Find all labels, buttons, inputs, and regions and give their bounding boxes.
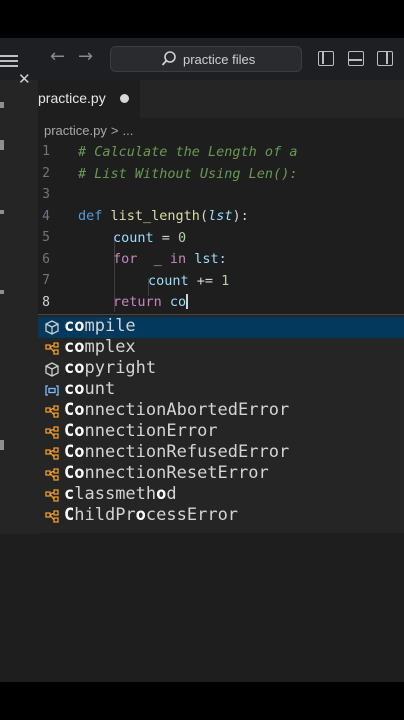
cube-icon — [45, 320, 59, 335]
suggestion-item[interactable]: ChildProcessError — [38, 505, 404, 527]
class-icon — [45, 447, 59, 460]
tab-practice-py[interactable]: practice.py — [38, 80, 140, 118]
number: 1 — [221, 273, 230, 289]
suggestion-label: copyright — [64, 358, 157, 378]
suggestion-label: ConnectionError — [64, 421, 218, 441]
code-line-6: for _ in lst: — [113, 251, 227, 267]
sidebar-marker — [0, 290, 4, 294]
function-name: list_length — [110, 208, 200, 224]
suggestion-label: complex — [64, 337, 136, 357]
editor-empty-area — [0, 534, 404, 682]
sidebar-marker — [0, 440, 4, 450]
suggestion-item[interactable]: copyright — [38, 358, 404, 380]
suggestion-item[interactable]: ConnectionRefusedError — [38, 442, 404, 464]
variable-icon — [45, 385, 59, 396]
typed-text: co — [161, 294, 187, 310]
code-line-8: return co — [113, 294, 188, 310]
operator: = — [153, 230, 179, 246]
variable: count — [148, 273, 189, 289]
search-icon — [161, 51, 176, 66]
title-bar: ← → practice files — [0, 38, 404, 80]
text-cursor — [186, 294, 188, 309]
code-line-1: # Calculate the Length of a — [78, 144, 297, 160]
line-number: 7 — [42, 273, 50, 288]
class-icon — [45, 468, 59, 481]
number: 0 — [178, 230, 187, 246]
line-number: 3 — [42, 187, 50, 202]
code-line-5: count = 0 — [113, 230, 186, 246]
unsaved-dot-icon[interactable] — [120, 94, 129, 103]
line-number: 1 — [42, 144, 50, 159]
line-number: 8 — [42, 295, 50, 310]
breadcrumb: practice.py >... — [44, 123, 133, 138]
parameter: lst — [208, 208, 233, 224]
line-number: 2 — [42, 166, 50, 181]
breadcrumb-separator: > — [110, 123, 119, 138]
sidebar-marker — [0, 210, 4, 214]
class-icon — [45, 405, 59, 418]
toggle-sidebar-icon[interactable] — [318, 51, 334, 66]
code-line-7: count += 1 — [148, 273, 229, 289]
loop-var: _ — [137, 251, 170, 267]
suggestion-item[interactable]: complex — [38, 337, 404, 359]
class-icon — [45, 426, 59, 439]
paren-open: ( — [199, 208, 209, 224]
breadcrumb-file[interactable]: practice.py — [44, 123, 107, 138]
suggestion-item[interactable]: classmethod — [38, 484, 404, 506]
suggestion-label: ConnectionRefusedError — [64, 442, 290, 462]
keyword-in: in — [169, 251, 187, 267]
suggestion-item[interactable]: ConnectionAbortedError — [38, 400, 404, 422]
back-arrow-icon[interactable]: ← — [50, 46, 65, 67]
suggestion-label: count — [64, 379, 116, 399]
suggestion-label: ConnectionResetError — [64, 463, 269, 483]
letterbox-bottom — [0, 682, 404, 720]
search-text: practice files — [183, 52, 256, 67]
forward-arrow-icon[interactable]: → — [78, 46, 93, 67]
tab-bar: practice.py — [38, 80, 404, 118]
variable: count — [113, 230, 154, 246]
toggle-panel-icon[interactable] — [348, 51, 364, 66]
sidebar-marker — [0, 140, 4, 150]
operator: += — [188, 273, 222, 289]
line-number: 5 — [42, 230, 50, 245]
suggestion-item[interactable]: compile — [38, 316, 404, 338]
iterable: lst: — [186, 251, 227, 267]
letterbox-top — [0, 0, 404, 38]
menu-icon[interactable] — [0, 55, 18, 67]
toggle-secondary-sidebar-icon[interactable] — [377, 51, 393, 66]
search-box[interactable]: practice files — [110, 46, 302, 72]
comment: # List Without Using Len(): — [78, 166, 298, 182]
close-icon[interactable]: ✕ — [18, 70, 31, 88]
line-number: 4 — [42, 209, 50, 224]
suggestion-item[interactable]: count — [38, 379, 404, 401]
explorer-sidebar: ✕ — [0, 70, 38, 534]
sidebar-marker — [0, 102, 4, 108]
suggestion-item[interactable]: ConnectionResetError — [38, 463, 404, 485]
suggestion-widget: compile complex copyright count Connecti… — [38, 314, 404, 533]
suggestion-label: ConnectionAbortedError — [64, 400, 290, 420]
code-line-2: # List Without Using Len(): — [78, 166, 297, 182]
suggestion-item[interactable]: ConnectionError — [38, 421, 404, 443]
suggestion-label: compile — [64, 316, 136, 336]
line-number: 6 — [42, 252, 50, 267]
app-window: ← → practice files ✕ practice.py practic… — [0, 0, 404, 720]
class-icon — [45, 342, 59, 355]
class-icon — [45, 510, 59, 523]
tab-label: practice.py — [38, 90, 106, 106]
suggestion-label: classmethod — [64, 484, 177, 504]
class-icon — [45, 489, 59, 502]
keyword-def: def — [78, 208, 103, 224]
comment: # Calculate the Length of a — [78, 144, 298, 160]
cube-icon — [45, 362, 59, 377]
keyword-return: return — [113, 294, 162, 310]
paren-close: ): — [232, 208, 249, 224]
keyword-for: for — [113, 251, 138, 267]
code-line-4: def list_length(lst): — [78, 208, 249, 224]
breadcrumb-more[interactable]: ... — [122, 123, 133, 138]
suggestion-label: ChildProcessError — [64, 505, 239, 525]
